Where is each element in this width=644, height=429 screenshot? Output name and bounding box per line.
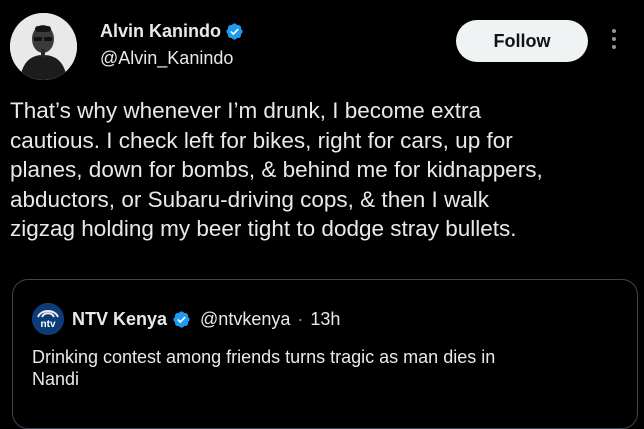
author-avatar[interactable] [10,13,77,80]
more-options-icon[interactable] [606,26,622,54]
avatar-photo [10,13,77,80]
verified-badge-icon[interactable] [225,22,244,41]
quoted-tweet-header: ntv NTV Kenya @ntvkenya · 13h [32,303,340,335]
author-display-name[interactable]: Alvin Kanindo [100,20,221,42]
quoted-text-line: Nandi [32,369,80,389]
quoted-timestamp[interactable]: 13h [310,308,340,330]
follow-button[interactable]: Follow [456,20,588,62]
separator-dot: · [297,309,304,329]
tweet-text: That’s why whenever I’m drunk, I become … [10,96,640,244]
more-dot [612,45,616,49]
tweet-text-line: cautious. I check left for bikes, right … [10,127,513,153]
quoted-tweet-text: Drinking contest among friends turns tra… [32,346,622,390]
tweet-text-line: planes, down for bombs, & behind me for … [10,157,543,182]
ntv-logo-text: ntv [41,319,56,330]
ntv-logo-icon[interactable]: ntv [32,303,64,335]
quoted-author-name: NTV Kenya [72,309,168,329]
verified-badge-icon [172,310,191,329]
quoted-tweet-card[interactable]: ntv NTV Kenya @ntvkenya · 13h Drinking c… [12,279,638,429]
author-handle[interactable]: @Alvin_Kanindo [100,47,233,69]
quoted-text-line: Drinking contest among friends turns tra… [32,347,496,367]
more-dot [612,37,616,41]
tweet-text-line: That’s why whenever I’m drunk, I become … [10,98,482,123]
author-name-row: Alvin Kanindo [100,20,244,42]
more-dot [612,29,616,33]
tweet-text-line: zigzag holding my beer tight to dodge st… [10,216,517,241]
quoted-author-handle: @ntvkenya [200,309,291,329]
tweet-text-line: abductors, or Subaru-driving cops, & the… [10,186,489,212]
